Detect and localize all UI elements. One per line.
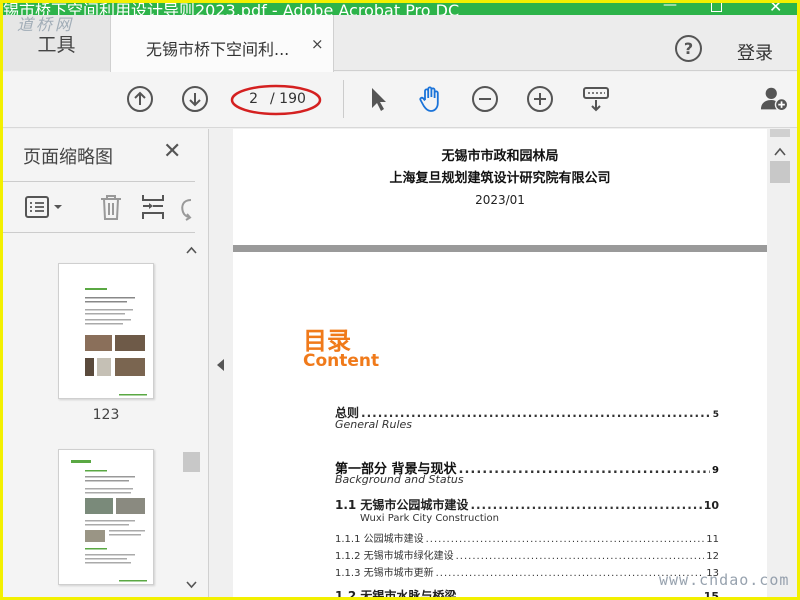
toc-entry-page: 10 (703, 499, 719, 512)
document-scrollbar[interactable] (767, 129, 797, 597)
toc-leader (458, 589, 701, 597)
toc-leader (456, 551, 705, 562)
page-display-icon[interactable] (581, 84, 611, 114)
current-page-input[interactable]: 2 (244, 91, 258, 107)
panel-toolbar (3, 181, 195, 233)
toc-entry-en: General Rules (335, 418, 413, 431)
close-window-button[interactable]: ✕ (769, 3, 782, 15)
tab-document-label: 无锡市桥下空间利... (146, 40, 290, 59)
zoom-in-icon[interactable] (525, 84, 555, 114)
close-panel-icon[interactable]: ✕ (163, 139, 181, 164)
page-number-field[interactable]: 2 / 190 (230, 84, 322, 116)
page-separator (233, 245, 767, 252)
toolbar-divider (343, 80, 344, 118)
share-user-icon[interactable] (760, 84, 790, 114)
toc-entry-page: 9 (712, 465, 719, 476)
rotate-page-icon[interactable] (177, 194, 195, 226)
zoom-out-icon[interactable] (470, 84, 500, 114)
title-bar: 锡市桥下空间利用设计导则2023.pdf - Adobe Acrobat Pro… (3, 3, 797, 15)
toc-entry-label: 1.1.2 无锡市城市绿化建设 (335, 551, 454, 562)
toc-entry: 1.1.2 无锡市城市绿化建设 12 (335, 547, 719, 562)
toc-entry-label: 1.1.3 无锡市城市更新 (335, 568, 434, 579)
toolbar: 2 / 190 (3, 72, 797, 128)
hand-tool-icon[interactable] (416, 84, 446, 114)
thumbnail-label: 123 (92, 407, 120, 423)
maximize-button[interactable] (711, 3, 722, 12)
toc-entry-label: 1.1 无锡市公园城市建设 (335, 498, 469, 512)
total-pages: / 190 (270, 91, 306, 107)
next-page-icon[interactable] (180, 84, 210, 114)
toc-entry-label: 1.2 无锡市水脉与桥梁 (335, 589, 457, 600)
help-icon[interactable]: ? (675, 35, 702, 62)
toc-leader (361, 406, 711, 420)
tab-bar: 工具 无锡市桥下空间利... × ? 登录 (3, 15, 797, 72)
toc-entry-en: Background and Status (335, 473, 464, 486)
acrobat-window: 锡市桥下空间利用设计导则2023.pdf - Adobe Acrobat Pro… (0, 0, 800, 600)
toc-entry-page: 15 (703, 590, 719, 600)
thumbnail-scrollbar[interactable] (183, 239, 200, 597)
collapse-arrow-icon[interactable] (217, 359, 224, 371)
toc-entry-page: 12 (706, 551, 719, 562)
doc-header-org2: 上海复旦规划建筑设计研究院有限公司 (389, 171, 611, 186)
prev-page-icon[interactable] (125, 84, 155, 114)
extract-page-icon[interactable] (139, 192, 167, 226)
tab-document[interactable]: 无锡市桥下空间利... × (110, 15, 334, 72)
login-button[interactable]: 登录 (737, 39, 773, 65)
select-arrow-icon[interactable] (363, 84, 393, 114)
toc-entry: 1.1.1 公园城市建设 11 (335, 530, 719, 545)
toc-leader (470, 498, 701, 512)
thumbnail-panel: 页面缩略图 ✕ 123 (3, 129, 209, 597)
watermark-url: www.cndao.com (659, 571, 790, 589)
toc-entry-label: 1.1.1 公园城市建设 (335, 534, 424, 545)
tab-close-icon[interactable]: × (311, 35, 324, 53)
watermark-logo: 道桥网 (17, 15, 75, 34)
toc-leader (459, 462, 711, 477)
toc-entry-page: 5 (712, 410, 719, 420)
panel-collapse-strip[interactable] (209, 129, 233, 597)
minimize-button[interactable]: — (663, 3, 677, 13)
toc-entry-page: 11 (706, 534, 719, 545)
thumbnail-options-icon[interactable] (23, 194, 67, 226)
toc-leader (426, 534, 705, 545)
document-view[interactable]: 无锡市市政和园林局 上海复旦规划建筑设计研究院有限公司 2023/01 目录 C… (233, 129, 767, 600)
page-thumbnail[interactable] (58, 263, 154, 399)
doc-header-org1: 无锡市市政和园林局 (441, 149, 559, 164)
doc-date: 2023/01 (475, 193, 525, 207)
page-thumbnail[interactable] (58, 449, 154, 585)
toc-entry: 1.1 无锡市公园城市建设 10 (335, 496, 719, 513)
delete-page-icon[interactable] (97, 192, 125, 226)
toc-title-en: Content (303, 351, 380, 371)
toc-entry-en: Wuxi Park City Construction (360, 513, 499, 524)
panel-title: 页面缩略图 (23, 147, 113, 168)
